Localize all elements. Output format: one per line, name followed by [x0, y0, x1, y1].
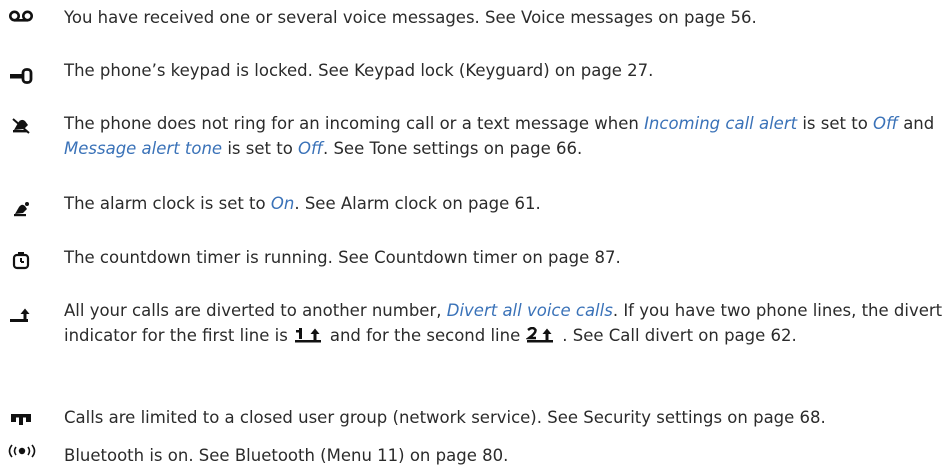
divert-line-1-icon: [294, 325, 324, 350]
indicator-description: The alarm clock is set to On. See Alarm …: [64, 194, 541, 213]
indicator-description: The phone’s keypad is locked. See Keypad…: [64, 61, 654, 80]
key-lock-icon: [8, 66, 34, 86]
alarm-clock-icon: [8, 199, 34, 219]
menu-reference: On: [270, 194, 295, 213]
indicator-description: Calls are limited to a closed user group…: [64, 408, 826, 427]
indicator-description: The phone does not ring for an incoming …: [64, 114, 935, 158]
indicator-description: All your calls are diverted to another n…: [64, 298, 946, 350]
indicator-description: The countdown timer is running. See Coun…: [64, 248, 621, 267]
closed-user-group-icon: [8, 409, 34, 429]
menu-reference: Incoming call alert: [644, 114, 798, 133]
menu-reference: Message alert tone: [64, 139, 223, 158]
divert-line-2-icon: [525, 325, 556, 350]
indicator-description: Bluetooth is on. See Bluetooth (Menu 11)…: [64, 446, 509, 465]
voicemail-icon: [8, 7, 34, 27]
bluetooth-icon: [6, 441, 38, 461]
silent-icon: [8, 115, 34, 135]
indicator-description: You have received one or several voice m…: [64, 8, 757, 27]
menu-reference: Divert all voice calls: [446, 301, 613, 320]
countdown-timer-icon: [8, 251, 34, 271]
call-divert-icon: [8, 306, 34, 326]
menu-reference: Off: [298, 139, 323, 158]
menu-reference: Off: [873, 114, 898, 133]
